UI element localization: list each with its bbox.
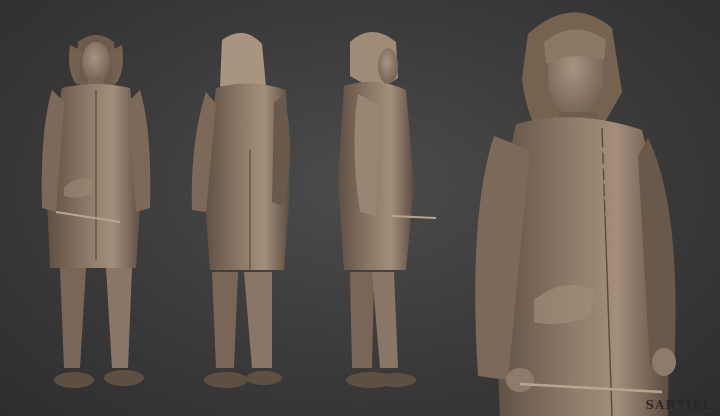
figure-back-view bbox=[191, 32, 290, 388]
artist-watermark: SAR7IEL bbox=[645, 398, 712, 412]
figure-closeup-view bbox=[475, 12, 676, 416]
sculpt-turnaround bbox=[41, 12, 676, 416]
figure-side-view bbox=[338, 32, 437, 388]
figure-front-view bbox=[41, 35, 151, 388]
render-canvas: SAR7IEL bbox=[0, 0, 720, 416]
